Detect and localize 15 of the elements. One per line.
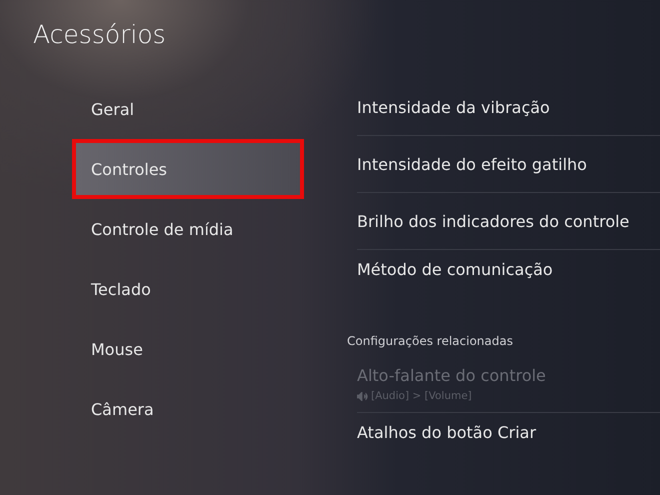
settings-item[interactable]: Brilho dos indicadores do controle [357, 193, 660, 250]
sidebar-item[interactable]: Controle de mídia [72, 199, 304, 259]
sidebar-item[interactable]: Mouse [72, 319, 304, 379]
page-title: Acessórios [33, 20, 167, 49]
setting-path: [Audio] > [Volume] [371, 390, 472, 402]
sidebar-item[interactable]: Controles [72, 139, 304, 199]
section-heading: Configurações relacionadas [347, 334, 514, 348]
sidebar-item[interactable]: Geral [72, 79, 304, 139]
settings-item[interactable]: Intensidade da vibração [357, 79, 660, 136]
settings-item[interactable]: Intensidade do efeito gatilho [357, 136, 660, 193]
sidebar-item[interactable]: Teclado [72, 259, 304, 319]
speaker-icon [357, 392, 368, 400]
settings-item[interactable]: Atalhos do botão Criar [357, 413, 660, 443]
settings-item[interactable]: Método de comunicação [357, 250, 660, 280]
sidebar-item[interactable]: Câmera [72, 379, 304, 439]
